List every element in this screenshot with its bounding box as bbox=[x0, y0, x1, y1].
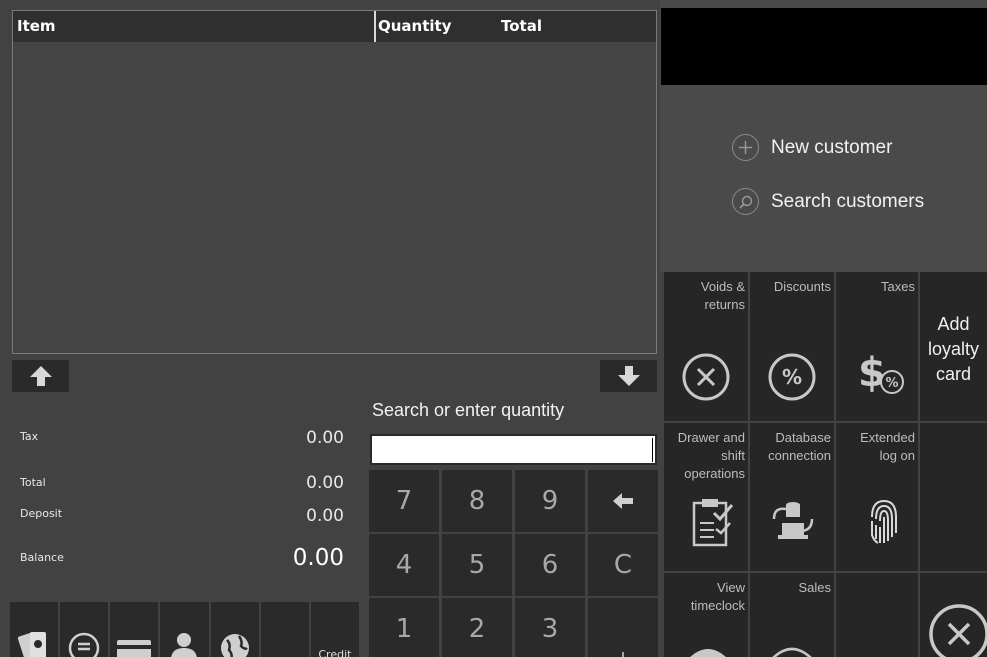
discounts-label: Discounts bbox=[773, 279, 831, 294]
key-6[interactable]: 6 bbox=[515, 534, 585, 596]
clipboard-check-icon bbox=[692, 499, 734, 547]
key-1[interactable]: 1 bbox=[369, 598, 439, 657]
cancel-circle-icon bbox=[682, 353, 730, 401]
key-9[interactable]: 9 bbox=[515, 470, 585, 532]
card-icon bbox=[117, 640, 152, 657]
payment-strip: Credit bbox=[10, 602, 359, 657]
key-5[interactable]: 5 bbox=[442, 534, 512, 596]
key-2[interactable]: 2 bbox=[442, 598, 512, 657]
taxes-label: Taxes bbox=[881, 279, 915, 294]
drawer-shift-label: Drawer and shift operations bbox=[677, 430, 745, 481]
empty-tile bbox=[836, 573, 918, 657]
plus-icon bbox=[622, 652, 624, 657]
backspace-arrow-icon bbox=[613, 493, 633, 509]
operations-tiles: Voids & returns Discounts % Taxes $ % Ad… bbox=[664, 272, 987, 657]
pay-card-button[interactable] bbox=[110, 602, 159, 657]
search-customers-label: Search customers bbox=[771, 190, 925, 212]
text-caret bbox=[652, 438, 653, 462]
arrow-down-icon bbox=[617, 366, 640, 386]
view-timeclock-tile[interactable]: View timeclock bbox=[664, 573, 748, 657]
close-tile[interactable] bbox=[920, 573, 987, 657]
empty-tile bbox=[920, 423, 987, 571]
discounts-tile[interactable]: Discounts % bbox=[750, 272, 834, 421]
balance-label: Balance bbox=[20, 551, 64, 564]
grid-header: Item Quantity Total bbox=[13, 11, 656, 42]
pay-credit-button[interactable]: Credit bbox=[310, 602, 359, 657]
percent-circle-icon: % bbox=[768, 353, 816, 401]
column-header-total[interactable]: Total bbox=[501, 17, 542, 35]
taxes-tile[interactable]: Taxes $ % bbox=[836, 272, 918, 421]
add-loyalty-card-tile[interactable]: Add loyalty card bbox=[920, 272, 987, 421]
column-separator[interactable] bbox=[374, 11, 376, 42]
tax-value: 0.00 bbox=[306, 428, 344, 448]
key-clear[interactable]: C bbox=[588, 534, 658, 596]
deposit-value: 0.00 bbox=[306, 506, 344, 526]
key-4[interactable]: 4 bbox=[369, 534, 439, 596]
search-label: Search or enter quantity bbox=[372, 400, 565, 420]
search-input[interactable] bbox=[370, 434, 657, 465]
key-backspace[interactable] bbox=[588, 470, 658, 532]
database-connection-label: Database connection bbox=[768, 430, 831, 463]
svg-text:%: % bbox=[885, 376, 898, 391]
customer-display bbox=[661, 8, 987, 85]
globe-icon bbox=[220, 634, 249, 657]
pay-other-button[interactable] bbox=[260, 602, 309, 657]
column-header-quantity[interactable]: Quantity bbox=[378, 17, 452, 35]
add-loyalty-card-label: Add loyalty card bbox=[927, 314, 980, 384]
account-icon bbox=[171, 633, 198, 657]
key-plus[interactable] bbox=[588, 598, 658, 657]
column-header-item[interactable]: Item bbox=[17, 17, 56, 35]
fingerprint-icon bbox=[871, 499, 897, 544]
tax-dollar-icon: $ % bbox=[858, 350, 904, 396]
close-icon bbox=[929, 604, 987, 657]
sales-icon bbox=[772, 647, 812, 657]
extended-log-on-label: Extended log on bbox=[860, 430, 915, 463]
scroll-up-button[interactable] bbox=[12, 360, 69, 392]
arrow-up-icon bbox=[29, 366, 52, 386]
pay-globe-button[interactable] bbox=[210, 602, 259, 657]
pay-credit-label: Credit bbox=[318, 648, 352, 657]
pay-cash-button[interactable] bbox=[10, 602, 59, 657]
view-timeclock-label: View timeclock bbox=[690, 580, 745, 613]
sales-label: Sales bbox=[798, 580, 831, 595]
total-value: 0.00 bbox=[306, 473, 344, 493]
extended-log-on-tile[interactable]: Extended log on bbox=[836, 423, 918, 571]
balance-value: 0.00 bbox=[292, 545, 344, 571]
clock-icon bbox=[690, 649, 726, 657]
total-label: Total bbox=[20, 476, 46, 489]
database-sync-icon bbox=[772, 502, 814, 539]
key-3[interactable]: 3 bbox=[515, 598, 585, 657]
drawer-shift-tile[interactable]: Drawer and shift operations bbox=[664, 423, 748, 571]
cash-icon bbox=[17, 632, 47, 657]
pay-account-button[interactable] bbox=[160, 602, 209, 657]
new-customer-button[interactable]: New customer bbox=[732, 134, 892, 161]
svg-text:$: $ bbox=[858, 350, 886, 396]
voids-returns-label: Voids & returns bbox=[700, 279, 745, 312]
tax-label: Tax bbox=[20, 430, 39, 443]
sales-tile[interactable]: Sales bbox=[750, 573, 834, 657]
scroll-down-button[interactable] bbox=[600, 360, 657, 392]
svg-text:%: % bbox=[782, 365, 802, 389]
search-customers-button[interactable]: Search customers bbox=[732, 188, 924, 215]
receipt-grid[interactable]: Item Quantity Total bbox=[12, 10, 657, 354]
key-7[interactable]: 7 bbox=[369, 470, 439, 532]
database-connection-tile[interactable]: Database connection bbox=[750, 423, 834, 571]
new-customer-label: New customer bbox=[771, 136, 893, 158]
key-8[interactable]: 8 bbox=[442, 470, 512, 532]
search-icon bbox=[732, 188, 759, 215]
deposit-label: Deposit bbox=[20, 507, 63, 520]
voids-returns-tile[interactable]: Voids & returns bbox=[664, 272, 748, 421]
check-icon bbox=[68, 632, 100, 657]
pay-check-button[interactable] bbox=[60, 602, 109, 657]
plus-circle-icon bbox=[732, 134, 759, 161]
